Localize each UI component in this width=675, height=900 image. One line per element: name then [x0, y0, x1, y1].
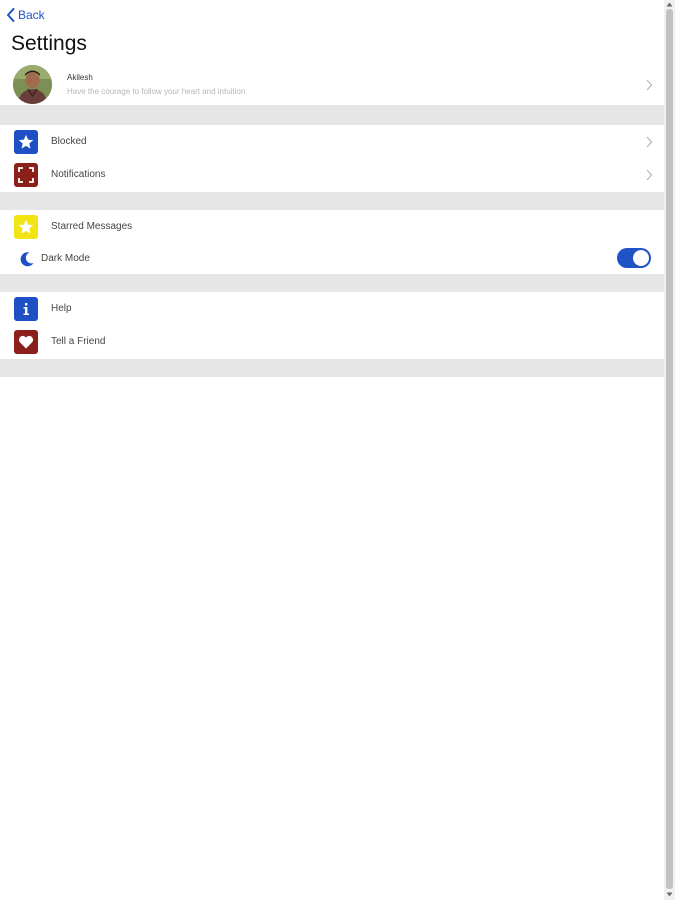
moon-icon [20, 252, 34, 267]
chevron-right-icon [646, 169, 653, 181]
chevron-right-icon [646, 79, 653, 91]
settings-content: Back Settings Akilesh Have the courage t… [0, 0, 664, 900]
settings-item-label: Starred Messages [51, 221, 133, 232]
scroll-up-arrow-icon[interactable] [666, 1, 673, 8]
back-button[interactable]: Back [6, 6, 45, 24]
heart-icon [14, 330, 38, 354]
info-icon [14, 297, 38, 321]
section-divider [0, 359, 664, 377]
back-label: Back [18, 8, 45, 22]
toggle-knob [633, 250, 649, 266]
section-divider [0, 192, 664, 210]
chevron-right-icon [646, 136, 653, 148]
avatar [13, 65, 52, 104]
settings-item-dark-mode: Dark Mode [0, 243, 664, 275]
profile-status: Have the courage to follow your heart an… [67, 87, 246, 96]
chevron-left-icon [7, 8, 15, 22]
settings-item-starred-messages[interactable]: Starred Messages [0, 211, 664, 243]
settings-item-label: Dark Mode [41, 253, 90, 264]
settings-page: Back Settings Akilesh Have the courage t… [0, 0, 675, 900]
settings-item-label: Notifications [51, 169, 106, 180]
settings-item-label: Blocked [51, 136, 87, 147]
focus-frame-icon [14, 163, 38, 187]
star-icon [14, 215, 38, 239]
settings-item-notifications[interactable]: Notifications [0, 159, 664, 191]
avatar-photo [13, 65, 52, 104]
dark-mode-toggle[interactable] [617, 248, 651, 268]
settings-item-label: Tell a Friend [51, 336, 106, 347]
settings-item-blocked[interactable]: Blocked [0, 126, 664, 158]
profile-name: Akilesh [67, 73, 93, 82]
settings-item-help[interactable]: Help [0, 293, 664, 325]
settings-item-tell-a-friend[interactable]: Tell a Friend [0, 326, 664, 358]
scroll-down-arrow-icon[interactable] [666, 891, 673, 898]
section-divider [0, 274, 664, 292]
page-title: Settings [11, 32, 87, 55]
star-icon [14, 130, 38, 154]
profile-row[interactable]: Akilesh Have the courage to follow your … [0, 63, 664, 105]
settings-item-label: Help [51, 303, 72, 314]
vertical-scrollbar[interactable] [664, 0, 675, 900]
section-divider [0, 105, 664, 125]
scrollbar-thumb[interactable] [666, 9, 673, 889]
